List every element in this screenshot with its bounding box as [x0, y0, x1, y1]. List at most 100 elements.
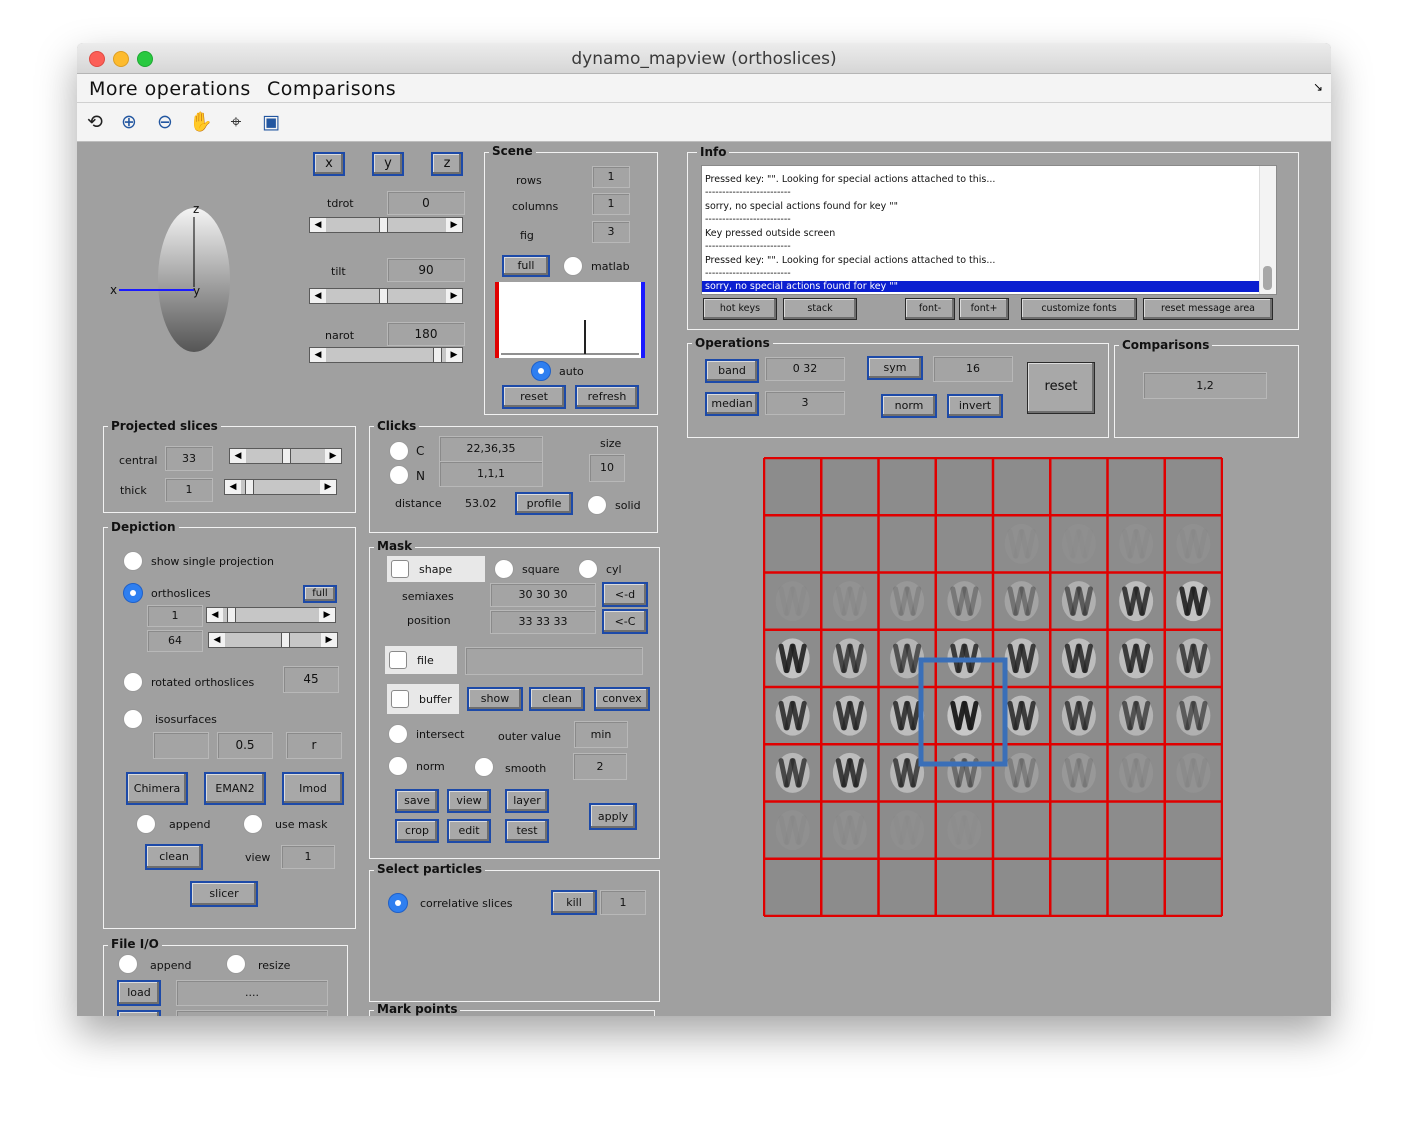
slider-thumb[interactable] [282, 449, 291, 463]
rotate-3d-icon[interactable]: ⟲ [83, 110, 107, 134]
crop-button[interactable]: crop [395, 819, 439, 843]
font-minus-button[interactable]: font- [905, 298, 955, 320]
operations-reset-button[interactable]: reset [1027, 362, 1095, 414]
tilt-slider[interactable]: ◀ ▶ [309, 288, 463, 304]
tilt-field[interactable]: 90 [387, 258, 465, 282]
info-scrollbar[interactable] [1259, 166, 1276, 294]
n-radio[interactable] [389, 465, 409, 485]
y-axis-button[interactable]: y [372, 152, 404, 176]
mask-norm-radio[interactable] [388, 756, 408, 776]
info-line-selected[interactable]: sorry, no special actions found for key … [702, 281, 1261, 292]
mask-file-field[interactable] [465, 647, 643, 675]
orthoslice-grid[interactable] [763, 457, 1223, 917]
smooth-field[interactable]: 2 [573, 753, 627, 780]
median-button[interactable]: median [705, 392, 759, 416]
semiaxes-field[interactable]: 30 30 30 [490, 583, 596, 607]
profile-button[interactable]: profile [515, 492, 573, 515]
slider-thumb[interactable] [379, 289, 388, 303]
slider-thumb[interactable] [379, 218, 388, 232]
cyl-radio[interactable] [578, 559, 598, 579]
orthoslices-full-button[interactable]: full [303, 585, 337, 603]
scene-full-button[interactable]: full [502, 255, 550, 277]
file-toggle[interactable]: file [385, 646, 457, 674]
tdrot-slider[interactable]: ◀ ▶ [309, 217, 463, 233]
imod-button[interactable]: Imod [282, 772, 344, 805]
buffer-checkbox[interactable] [391, 690, 409, 708]
scene-reset-button[interactable]: reset [502, 385, 566, 409]
shape-toggle[interactable]: shape [387, 556, 485, 582]
reset-message-area-button[interactable]: reset message area [1143, 298, 1273, 320]
scene-refresh-button[interactable]: refresh [575, 385, 639, 409]
zoom-in-icon[interactable]: ⊕ [117, 110, 141, 134]
mask-show-button[interactable]: show [467, 687, 523, 711]
slicer-button[interactable]: slicer [190, 881, 258, 907]
sym-button[interactable]: sym [867, 356, 923, 380]
columns-field[interactable]: 1 [592, 193, 630, 215]
slider-right-arrow-icon[interactable]: ▶ [321, 633, 337, 647]
slice2-slider[interactable]: ◀ ▶ [208, 632, 338, 648]
slice1-field[interactable]: 1 [147, 605, 203, 627]
n-field[interactable]: 1,1,1 [439, 461, 543, 487]
band-field[interactable]: 0 32 [765, 357, 845, 381]
narot-slider[interactable]: ◀ ▶ [309, 347, 463, 363]
norm-button[interactable]: norm [881, 394, 937, 418]
tdrot-field[interactable]: 0 [387, 191, 465, 215]
c-field[interactable]: 22,36,35 [439, 436, 543, 462]
slider-thumb[interactable] [281, 633, 290, 647]
eman2-button[interactable]: EMAN2 [204, 772, 266, 805]
menu-comparisons[interactable]: Comparisons [267, 78, 396, 100]
menu-more-operations[interactable]: More operations [89, 78, 251, 100]
slider-thumb[interactable] [433, 348, 442, 362]
comparisons-field[interactable]: 1,2 [1143, 372, 1267, 399]
narot-field[interactable]: 180 [387, 322, 465, 346]
pan-hand-icon[interactable]: ✋ [189, 110, 213, 134]
band-button[interactable]: band [705, 359, 759, 383]
customize-fonts-button[interactable]: customize fonts [1021, 298, 1137, 320]
menu-overflow-arrow-icon[interactable]: ↘ [1313, 80, 1323, 94]
slice2-field[interactable]: 64 [147, 630, 203, 652]
slider-left-arrow-icon[interactable]: ◀ [310, 348, 326, 362]
zoom-out-icon[interactable]: ⊖ [153, 110, 177, 134]
load-button[interactable]: load [117, 980, 161, 1006]
shape-checkbox[interactable] [391, 560, 409, 578]
thick-field[interactable]: 1 [165, 478, 213, 502]
size-field[interactable]: 10 [589, 454, 625, 482]
square-radio[interactable] [494, 559, 514, 579]
smooth-radio[interactable] [474, 757, 494, 777]
slider-left-arrow-icon[interactable]: ◀ [207, 608, 223, 622]
slider-left-arrow-icon[interactable]: ◀ [310, 218, 326, 232]
isosurfaces-radio[interactable] [123, 709, 143, 729]
slider-right-arrow-icon[interactable]: ▶ [446, 348, 462, 362]
iso-value-field[interactable]: 0.5 [217, 732, 273, 759]
c-radio[interactable] [389, 441, 409, 461]
info-scrollbar-thumb[interactable] [1263, 266, 1272, 290]
outer-value-field[interactable]: min [574, 721, 628, 748]
fileio-append-radio[interactable] [118, 954, 138, 974]
append-radio[interactable] [136, 814, 156, 834]
position-field[interactable]: 33 33 33 [490, 610, 596, 634]
convex-button[interactable]: convex [594, 687, 650, 711]
iso-r-field[interactable]: r [286, 732, 342, 759]
info-message-list[interactable]: Pressed key: "". Looking for special act… [701, 165, 1277, 295]
thick-slider[interactable]: ◀ ▶ [224, 479, 337, 495]
slider-right-arrow-icon[interactable]: ▶ [320, 480, 336, 494]
depiction-clean-button[interactable]: clean [145, 844, 203, 870]
slider-right-arrow-icon[interactable]: ▶ [446, 218, 462, 232]
slider-left-arrow-icon[interactable]: ◀ [209, 633, 225, 647]
kill-field[interactable]: 1 [600, 890, 646, 915]
rows-field[interactable]: 1 [592, 166, 630, 188]
z-axis-button[interactable]: z [431, 152, 463, 176]
slider-right-arrow-icon[interactable]: ▶ [325, 449, 341, 463]
edit-button[interactable]: edit [447, 819, 491, 843]
stack-button[interactable]: stack [783, 298, 857, 320]
iso-blank-field[interactable] [153, 732, 209, 759]
intersect-radio[interactable] [388, 724, 408, 744]
layer-button[interactable]: layer [505, 789, 549, 813]
data-cursor-icon[interactable]: ⌖ [224, 110, 248, 134]
apply-button[interactable]: apply [589, 803, 637, 830]
rotated-field[interactable]: 45 [283, 666, 339, 693]
slider-left-arrow-icon[interactable]: ◀ [310, 289, 326, 303]
rotated-orthoslices-radio[interactable] [123, 672, 143, 692]
use-mask-radio[interactable] [243, 814, 263, 834]
position-from-c-button[interactable]: <-C [602, 609, 648, 634]
